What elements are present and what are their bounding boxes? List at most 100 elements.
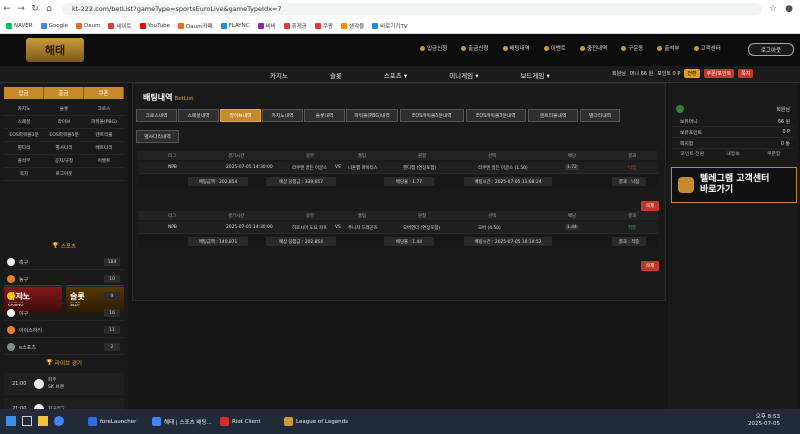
bookmark-item[interactable]: NAVER <box>6 22 33 29</box>
sidebar-menu-item[interactable]: 이벤트 <box>84 155 124 168</box>
top-link[interactable]: 이벤트 <box>543 44 566 52</box>
sidebar-menu-item[interactable]: 쪽지 <box>4 168 44 181</box>
sidebar-menu-item[interactable]: EOS파워볼5분 <box>44 129 84 142</box>
tab-6[interactable]: 파워볼(PBG)내역 <box>346 109 398 122</box>
bookmark-item[interactable]: YouTube <box>139 22 170 29</box>
delete-button[interactable]: 삭제 <box>641 261 659 271</box>
coupon-button[interactable]: 쿠폰/포인트 <box>703 69 735 78</box>
column-header: 홈팀 <box>358 154 367 159</box>
tab-4[interactable]: 카지노내역 <box>262 109 303 122</box>
bookmark-item[interactable]: 휴게공 <box>283 22 307 30</box>
live-match[interactable]: 21:00 파주 SK 브랜 <box>4 373 124 395</box>
url-text: kt-222.com/betList?gameType=sportsEuroLi… <box>72 5 282 13</box>
taskbar-app[interactable]: 해태 | 스포츠 배팅... <box>152 413 212 430</box>
top-link[interactable]: 충전내역 <box>579 44 607 52</box>
bookmark-item[interactable]: 쿠팡 <box>314 22 333 30</box>
rp-tab-point[interactable]: 포인트 전환 <box>672 150 713 160</box>
bookmark-item[interactable]: 네이트 <box>108 22 132 30</box>
bookmark-item[interactable]: 비비 <box>257 22 276 30</box>
tab-2[interactable]: 스페셜내역 <box>178 109 219 122</box>
rp-user-name: 회원님 <box>776 106 790 113</box>
sport-name: 농구 <box>19 276 29 283</box>
taskbar-app[interactable]: foreLauncher <box>88 413 136 430</box>
nav-item[interactable]: 스포츠 ▾ <box>384 70 407 80</box>
sidebar-menu-item[interactable]: 별사다리 <box>44 142 84 155</box>
back-icon[interactable]: ← <box>0 2 14 16</box>
home-icon[interactable]: ⌂ <box>42 2 56 16</box>
explorer-icon[interactable] <box>38 416 48 426</box>
nav-item[interactable]: 슬롯 <box>330 70 342 80</box>
sidebar-menu-item[interactable]: 베트다리 <box>84 142 124 155</box>
convert-button[interactable]: 전환 <box>684 69 700 78</box>
telegram-banner[interactable]: 텔레그램 고객센터 바로가기 <box>671 167 797 203</box>
sport-row[interactable]: 야구 16 <box>4 306 124 321</box>
tab-10[interactable]: 별다리내역 <box>580 109 620 122</box>
top-link-label: 고객센터 <box>700 46 721 52</box>
top-link[interactable]: 고객센터 <box>693 44 721 52</box>
taskbar-app[interactable]: League of Legends <box>284 413 348 430</box>
top-link[interactable]: 출석부 <box>657 44 680 52</box>
tab-1[interactable]: 크로스내역 <box>136 109 177 122</box>
sidebar-top-button[interactable]: 쿠폰 <box>84 87 124 99</box>
bookmark-item[interactable]: Daum카페 <box>178 22 213 30</box>
sidebar-menu-item[interactable]: 별다리 <box>4 142 44 155</box>
sidebar-menu-item[interactable]: 슬롯 <box>44 103 84 116</box>
sport-row[interactable]: e스포츠 2 <box>4 340 124 355</box>
sidebar-top-button[interactable]: 출금 <box>44 87 84 99</box>
bookmark-item[interactable]: 바로가기TV <box>372 22 408 30</box>
star-icon[interactable]: ☆ <box>766 2 780 16</box>
sidebar-menu-item[interactable]: 크로스 <box>84 103 124 116</box>
chrome-icon[interactable] <box>54 416 64 426</box>
sidebar-menu-item[interactable]: 라이브 <box>44 116 84 129</box>
sidebar-menu-item[interactable]: 로그아웃 <box>44 168 84 181</box>
sidebar-menu-item[interactable]: 파워볼(PBG) <box>84 116 124 129</box>
logout-button[interactable]: 로그아웃 <box>748 43 794 56</box>
sidebar-menu-item[interactable]: 엔트리볼 <box>84 129 124 142</box>
taskbar-app[interactable]: Riot Client <box>220 413 261 430</box>
tab-5[interactable]: 슬롯내역 <box>304 109 345 122</box>
nav-item[interactable]: 미니게임 ▾ <box>449 70 478 80</box>
tab-7[interactable]: EOS파워볼5분내역 <box>400 109 464 122</box>
rp-tab-coupon[interactable]: 쿠폰함 <box>753 150 794 160</box>
windows-start-icon[interactable] <box>6 416 16 426</box>
tab-8[interactable]: EOS파워볼3분내역 <box>466 109 526 122</box>
sidebar-menu-item[interactable]: 스페셜 <box>4 116 44 129</box>
sidebar-menu-item[interactable]: 출석부 <box>4 155 44 168</box>
top-link[interactable]: 구운동 <box>621 44 643 52</box>
nav-item[interactable]: 보드게임 ▾ <box>520 70 549 80</box>
rp-tab-info[interactable]: 내정보 <box>713 150 754 160</box>
sidebar-menu-item[interactable]: EOS파워볼3분 <box>4 129 44 142</box>
forward-icon[interactable]: → <box>14 2 28 16</box>
rp-info-label: 보유포인트 <box>680 130 703 136</box>
sport-row[interactable]: 배구 9 <box>4 289 124 304</box>
bet-market: 오버언더 (연장포함) <box>403 226 441 231</box>
sport-row[interactable]: 축구 184 <box>4 255 124 270</box>
top-link[interactable]: 출금신청 <box>461 44 489 52</box>
profile-icon[interactable]: ● <box>782 2 796 16</box>
reload-icon[interactable]: ↻ <box>28 2 42 16</box>
sidebar-top-button[interactable]: 입금 <box>4 87 44 99</box>
url-bar[interactable]: kt-222.com/betList?gameType=sportsEuroLi… <box>62 3 762 15</box>
sport-row[interactable]: 농구 10 <box>4 272 124 287</box>
site-logo[interactable]: 해태 <box>26 38 84 62</box>
top-link[interactable]: 입금신청 <box>420 44 447 52</box>
sport-count: 16 <box>104 309 120 317</box>
task-view-icon[interactable] <box>22 416 32 426</box>
sport-row[interactable]: 아이스하키 11 <box>4 323 124 338</box>
bookmark-item[interactable]: Google <box>40 22 68 29</box>
bookmark-item[interactable]: 생각블 <box>341 22 364 30</box>
sidebar-menu-item[interactable]: 공지/규정 <box>44 155 84 168</box>
message-button[interactable]: 쪽지 <box>738 69 754 78</box>
bookmark-item[interactable]: Daum <box>76 22 100 29</box>
bookmark-item[interactable]: FLAYNC <box>220 22 250 29</box>
delete-button[interactable]: 삭제 <box>641 201 659 211</box>
nav-item[interactable]: 카지노 <box>270 70 288 80</box>
tab-9[interactable]: 엔트리볼내역 <box>528 109 578 122</box>
column-header: 선택 <box>488 214 497 219</box>
tab-11[interactable]: 별사다리내역 <box>136 130 179 143</box>
tab-3[interactable]: 라이브내역 <box>220 109 261 122</box>
taskbar-clock[interactable]: 오후 8:53 2025-07-05 <box>748 414 780 428</box>
bet-info-expected: 예상 당첨금 : 202,854 <box>266 237 336 246</box>
top-link[interactable]: 배팅내역 <box>502 44 530 52</box>
sidebar-menu-item[interactable]: 카지노 <box>4 103 44 116</box>
